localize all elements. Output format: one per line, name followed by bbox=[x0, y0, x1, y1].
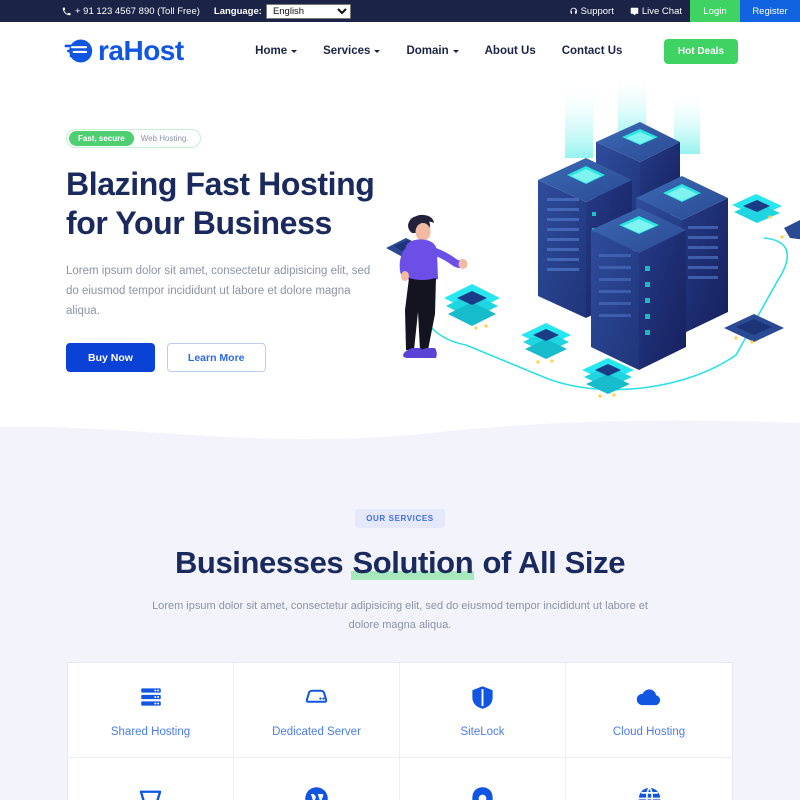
email-envelope-icon bbox=[136, 783, 166, 800]
hero-content: Fast, secure Web Hosting. Blazing Fast H… bbox=[0, 80, 400, 373]
hero-title-line2: for Your Business bbox=[66, 205, 332, 242]
services-title-highlight: Solution bbox=[351, 545, 475, 580]
chevron-down-icon bbox=[291, 50, 298, 53]
top-utility-bar: + 91 123 4567 890 (Toll Free) Language: … bbox=[0, 0, 800, 22]
hero-illustration bbox=[386, 80, 800, 430]
services-title-before: Businesses bbox=[174, 545, 352, 580]
nav-item-home[interactable]: Home bbox=[255, 45, 298, 57]
shield-icon bbox=[468, 682, 498, 712]
service-label: Dedicated Server bbox=[272, 726, 361, 739]
phone-icon bbox=[62, 7, 71, 16]
hot-deals-button[interactable]: Hot Deals bbox=[663, 38, 738, 64]
language-switcher[interactable]: Language: English bbox=[213, 3, 351, 19]
live-chat-label: Live Chat bbox=[641, 5, 682, 17]
support-headset-icon bbox=[569, 7, 578, 16]
chat-bubble-icon bbox=[630, 7, 639, 16]
page-root: + 91 123 4567 890 (Toll Free) Language: … bbox=[0, 0, 800, 800]
cloud-icon bbox=[634, 682, 664, 712]
nav-item-services[interactable]: Services bbox=[323, 45, 381, 57]
services-grid: Shared Hosting Dedicated Server SiteLock… bbox=[67, 662, 733, 800]
nav-label: Services bbox=[323, 45, 371, 57]
hero-section: Fast, secure Web Hosting. Blazing Fast H… bbox=[0, 80, 800, 435]
nav-item-domain[interactable]: Domain bbox=[406, 45, 459, 57]
service-card-ssl-certificate[interactable] bbox=[400, 758, 566, 800]
topbar-left-group: + 91 123 4567 890 (Toll Free) Language: … bbox=[0, 0, 351, 22]
nav-label: Contact Us bbox=[561, 45, 623, 57]
hero-description: Lorem ipsum dolor sit amet, consectetur … bbox=[66, 264, 371, 317]
wordpress-icon bbox=[302, 783, 332, 800]
service-label: Cloud Hosting bbox=[612, 726, 686, 739]
logo[interactable]: raHost bbox=[62, 34, 184, 68]
services-header: OUR SERVICES Businesses Solution of All … bbox=[0, 440, 800, 635]
hero-badge-text: Web Hosting. bbox=[140, 134, 189, 143]
dedicated-server-icon bbox=[302, 682, 332, 712]
server-stack-icon bbox=[136, 682, 166, 712]
nav-label: About Us bbox=[484, 45, 536, 57]
logo-text: raHost bbox=[98, 35, 184, 66]
topbar-right-group: Support Live Chat Login Register bbox=[561, 0, 800, 22]
phone-number[interactable]: + 91 123 4567 890 (Toll Free) bbox=[62, 6, 200, 17]
ssl-lock-icon bbox=[468, 783, 498, 800]
service-label: Shared Hosting bbox=[110, 726, 191, 739]
service-card-email-hosting[interactable] bbox=[68, 758, 234, 800]
hero-badge: Fast, secure Web Hosting. bbox=[66, 129, 201, 148]
support-label: Support bbox=[580, 5, 614, 17]
service-card-dedicated-server[interactable]: Dedicated Server bbox=[234, 663, 400, 759]
nav-label: Domain bbox=[406, 45, 449, 57]
hero-title: Blazing Fast Hosting for Your Business bbox=[66, 165, 400, 244]
globe-domain-icon bbox=[634, 783, 664, 800]
service-card-domain[interactable] bbox=[566, 758, 732, 800]
services-title-after: of All Size bbox=[474, 545, 626, 580]
nav-item-contact-us[interactable]: Contact Us bbox=[562, 45, 623, 57]
service-card-wordpress-hosting[interactable] bbox=[234, 758, 400, 800]
language-select[interactable]: English bbox=[265, 3, 351, 19]
login-button[interactable]: Login bbox=[690, 0, 740, 22]
services-title: Businesses Solution of All Size bbox=[0, 545, 800, 581]
nav-item-about-us[interactable]: About Us bbox=[485, 45, 536, 57]
nav-label: Home bbox=[255, 45, 288, 57]
chevron-down-icon bbox=[452, 50, 459, 53]
live-chat-link[interactable]: Live Chat bbox=[622, 0, 690, 22]
services-badge: OUR SERVICES bbox=[355, 509, 445, 528]
site-header: raHost Home Services Domain About Us Con… bbox=[0, 22, 800, 80]
hero-title-line1: Blazing Fast Hosting bbox=[66, 166, 375, 202]
phone-number-text: + 91 123 4567 890 (Toll Free) bbox=[75, 5, 200, 17]
support-link[interactable]: Support bbox=[561, 0, 622, 22]
hero-badge-highlight: Fast, secure bbox=[69, 131, 134, 146]
buy-now-button[interactable]: Buy Now bbox=[66, 343, 155, 373]
service-label: SiteLock bbox=[460, 726, 505, 739]
register-button[interactable]: Register bbox=[740, 0, 800, 22]
service-card-sitelock[interactable]: SiteLock bbox=[400, 663, 566, 759]
service-card-shared-hosting[interactable]: Shared Hosting bbox=[68, 663, 234, 759]
erahost-speed-circle-icon bbox=[62, 34, 96, 68]
service-card-cloud-hosting[interactable]: Cloud Hosting bbox=[566, 663, 732, 759]
chevron-down-icon bbox=[374, 50, 381, 53]
services-description: Lorem ipsum dolor sit amet, consectetur … bbox=[152, 599, 648, 631]
hero-button-group: Buy Now Learn More bbox=[66, 343, 400, 373]
services-section: OUR SERVICES Businesses Solution of All … bbox=[0, 440, 800, 800]
language-label: Language: bbox=[213, 5, 262, 17]
learn-more-button[interactable]: Learn More bbox=[166, 343, 266, 373]
main-navigation: Home Services Domain About Us Contact Us bbox=[214, 45, 664, 57]
